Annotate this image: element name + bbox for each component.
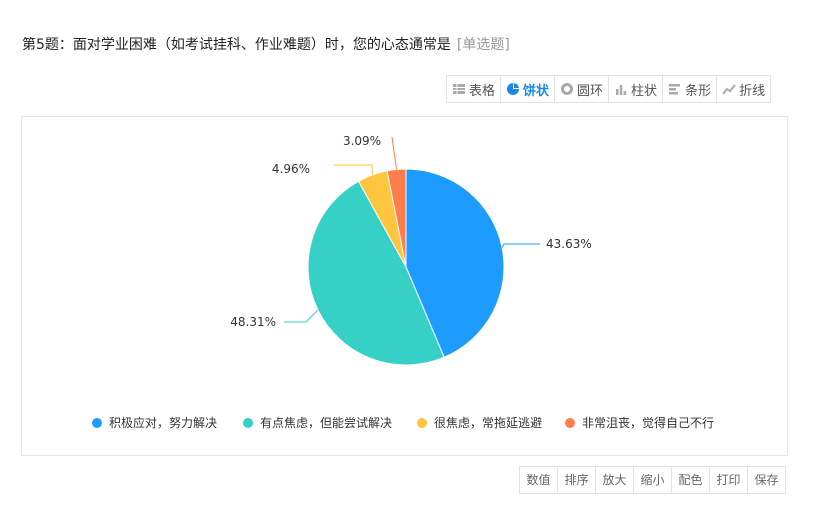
table-icon: [453, 84, 465, 94]
color-scheme-button[interactable]: 配色: [672, 467, 710, 493]
line-icon: [722, 84, 736, 95]
legend-label[interactable]: 非常沮丧，觉得自己不行: [582, 415, 714, 430]
leader-line: [334, 164, 373, 175]
data-label: 48.31%: [230, 315, 276, 329]
sort-button[interactable]: 排序: [558, 467, 596, 493]
tab-pie[interactable]: 饼状: [501, 76, 556, 102]
tab-bar[interactable]: 条形: [663, 76, 718, 102]
legend-marker[interactable]: [565, 418, 575, 428]
tab-line[interactable]: 折线: [717, 76, 770, 102]
pie-chart: 43.63% 48.31% 4.96% 3.09% 积极应对，努力解决 有点焦虑，但能尝试…: [92, 134, 714, 430]
leader-line: [501, 243, 540, 248]
column-icon: [616, 85, 627, 95]
show-values-button[interactable]: 数值: [520, 467, 558, 493]
chart-type-toolbar: 表格 饼状 圆环 柱状 条形 折线: [446, 75, 772, 103]
tab-column-label: 柱状: [631, 83, 658, 99]
data-label: 3.09%: [343, 134, 381, 148]
legend-label[interactable]: 积极应对，努力解决: [109, 415, 217, 430]
leader-line: [284, 309, 319, 323]
legend-marker[interactable]: [243, 418, 253, 428]
tab-bar-label: 条形: [685, 83, 712, 99]
zoom-in-button[interactable]: 放大: [596, 467, 634, 493]
question-text: 第5题：面对学业困难（如考试挂科、作业难题）时，您的心态通常是: [22, 37, 451, 53]
pie-icon: [507, 83, 520, 95]
leader-line: [391, 136, 397, 170]
legend-label[interactable]: 很焦虑，常拖延逃避: [434, 416, 542, 430]
zoom-out-button[interactable]: 缩小: [634, 467, 672, 493]
donut-icon: [561, 83, 574, 95]
question-title: 第5题：面对学业困难（如考试挂科、作业难题）时，您的心态通常是 [单选题]: [22, 34, 510, 54]
save-button[interactable]: 保存: [748, 467, 785, 493]
bar-icon: [669, 84, 681, 95]
tab-donut-label: 圆环: [577, 83, 604, 99]
legend-marker[interactable]: [92, 418, 102, 428]
tab-column[interactable]: 柱状: [609, 76, 664, 102]
legend-label[interactable]: 有点焦虑，但能尝试解决: [260, 415, 392, 430]
tab-donut[interactable]: 圆环: [555, 76, 610, 102]
tab-table-label: 表格: [469, 83, 496, 99]
tab-pie-label: 饼状: [523, 83, 550, 99]
chart-actions-bar: 数值 排序 放大 缩小 配色 打印 保存: [519, 466, 786, 494]
chart-panel: 43.63% 48.31% 4.96% 3.09% 积极应对，努力解决 有点焦虑，但能尝试…: [21, 116, 788, 456]
data-label: 43.63%: [546, 237, 592, 251]
tab-line-label: 折线: [739, 83, 766, 99]
question-type-tag: [单选题]: [456, 37, 510, 53]
tab-table[interactable]: 表格: [447, 76, 502, 102]
print-button[interactable]: 打印: [710, 467, 748, 493]
data-label: 4.96%: [272, 162, 310, 176]
legend-marker[interactable]: [417, 418, 427, 428]
